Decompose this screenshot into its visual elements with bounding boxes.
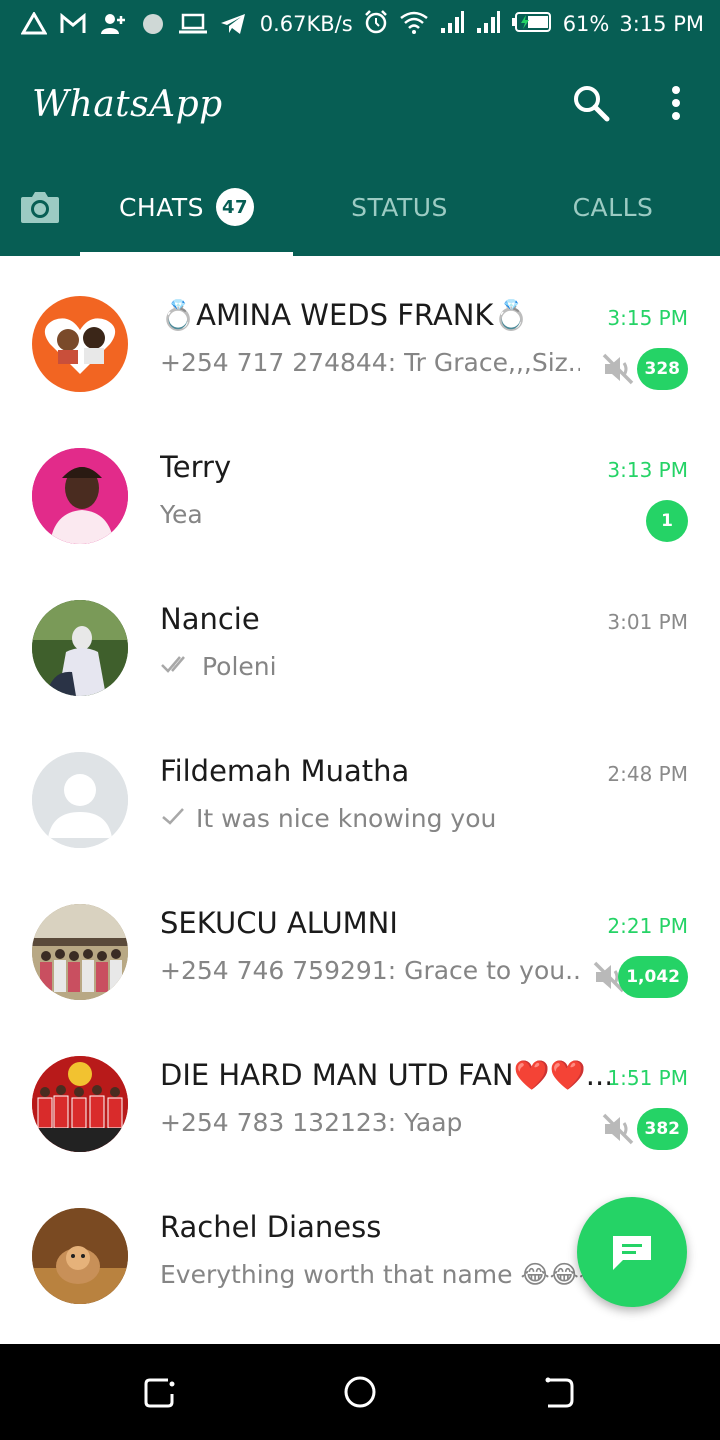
avatar: [32, 1208, 128, 1304]
telegram-icon: [218, 10, 248, 38]
chat-name: 💍AMINA WEDS FRANK💍: [160, 298, 530, 332]
network-speed: 0.67KB/s: [259, 12, 353, 36]
chat-name: Fildemah Muatha: [160, 754, 410, 788]
chat-preview: +254 746 759291: Grace to you...: [160, 956, 580, 985]
chat-time: 3:15 PM: [607, 306, 688, 330]
unread-badge: 382: [636, 1108, 688, 1150]
back-icon: [545, 1377, 574, 1408]
chat-preview-text: +254 746 759291: Grace to you...: [160, 956, 580, 985]
muted-speaker-icon: [601, 1112, 635, 1146]
chat-preview-text: It was nice knowing you: [196, 804, 497, 833]
recents-button[interactable]: [140, 1372, 180, 1412]
chat-name: Nancie: [160, 602, 260, 636]
tab-chats[interactable]: CHATS 47: [80, 158, 293, 256]
chat-row[interactable]: Terry 3:13 PM Yea 1: [0, 416, 720, 568]
new-chat-icon: [613, 1236, 651, 1270]
chat-preview-text: +254 783 132123: Yaap: [160, 1108, 463, 1137]
chat-time: 3:01 PM: [607, 610, 688, 634]
tab-indicator: [80, 252, 293, 257]
status-right: 0.67KB/s 61% 3:15 PM: [260, 0, 704, 48]
chat-preview: +254 783 132123: Yaap: [160, 1108, 462, 1137]
chat-name: Terry: [160, 450, 232, 484]
chat-list: 💍AMINA WEDS FRANK💍 3:15 PM +254 717 2748…: [0, 264, 720, 1344]
tab-status-label: STATUS: [351, 192, 448, 222]
chats-count-badge: 47: [216, 188, 255, 226]
wifi-icon: [399, 10, 429, 39]
home-icon: [344, 1376, 376, 1408]
battery-percent: 61%: [562, 12, 610, 36]
add-contact-icon: [98, 10, 128, 38]
unread-badge: 1,042: [618, 956, 688, 998]
tab-calls-label: CALLS: [572, 192, 654, 222]
search-icon: [574, 86, 610, 122]
alarm-icon: [363, 9, 389, 40]
more-vertical-icon: [672, 86, 680, 120]
chat-preview: +254 717 274844: Tr Grace,,,Siz...: [160, 348, 580, 377]
chat-row[interactable]: SEKUCU ALUMNI 2:21 PM +254 746 759291: G…: [0, 872, 720, 1024]
signal-icon-2: [475, 10, 501, 39]
battery-icon: [511, 11, 553, 38]
clock: 3:15 PM: [619, 12, 704, 36]
gmail-icon: [58, 10, 88, 38]
recents-icon: [144, 1378, 175, 1408]
chat-row[interactable]: DIE HARD MAN UTD FAN❤️❤️... 1:51 PM +254…: [0, 1024, 720, 1176]
home-button[interactable]: [340, 1372, 380, 1412]
chat-preview-text: +254 717 274844: Tr Grace,,,Siz...: [160, 348, 580, 377]
chat-time: 1:51 PM: [607, 1066, 688, 1090]
chat-time: 2:21 PM: [607, 914, 688, 938]
chat-time: 2:48 PM: [607, 762, 688, 786]
muted-speaker-icon: [601, 352, 635, 386]
chat-name: Rachel Dianess: [160, 1210, 382, 1244]
app-title: WhatsApp: [32, 84, 223, 125]
camera-icon: [21, 192, 59, 223]
single-check-icon: [160, 804, 186, 833]
app-bar: WhatsApp CHATS 47 STATUS CALLS: [0, 48, 720, 257]
tab-camera[interactable]: [0, 158, 80, 256]
chat-preview: Poleni: [160, 652, 277, 681]
back-button[interactable]: [540, 1372, 580, 1412]
chat-name: SEKUCU ALUMNI: [160, 906, 398, 940]
chat-name: DIE HARD MAN UTD FAN❤️❤️...: [160, 1058, 610, 1092]
signal-icon-1: [439, 10, 465, 39]
double-check-icon: [160, 652, 192, 681]
chat-preview-text: Yea: [160, 500, 203, 529]
avatar: [32, 752, 128, 848]
chat-row[interactable]: Fildemah Muatha 2:48 PM It was nice know…: [0, 720, 720, 872]
status-bar: 0.67KB/s 61% 3:15 PM: [0, 0, 720, 48]
chat-preview-text: Poleni: [202, 652, 277, 681]
unread-badge: 1: [646, 500, 688, 542]
tab-status[interactable]: STATUS: [293, 158, 506, 256]
chat-preview: Yea: [160, 500, 203, 529]
chat-time: 3:13 PM: [607, 458, 688, 482]
tab-bar: CHATS 47 STATUS CALLS: [0, 158, 720, 257]
new-chat-button[interactable]: [577, 1197, 687, 1307]
chat-row[interactable]: Nancie 3:01 PM Poleni: [0, 568, 720, 720]
drive-icon: [20, 10, 48, 38]
avatar: [32, 600, 128, 696]
sync-icon: [140, 10, 166, 38]
chat-preview-text: Everything worth that name 😂😂😂: [160, 1260, 609, 1289]
avatar: [32, 904, 128, 1000]
laptop-icon: [178, 10, 208, 38]
tab-calls[interactable]: CALLS: [506, 158, 720, 256]
more-options-button[interactable]: [656, 78, 696, 128]
search-button[interactable]: [566, 78, 616, 128]
tab-chats-label: CHATS: [118, 192, 205, 222]
chat-preview: Everything worth that name 😂😂😂: [160, 1260, 608, 1289]
avatar: [32, 1056, 128, 1152]
navigation-bar: [0, 1344, 720, 1440]
unread-badge: 328: [636, 348, 688, 390]
avatar: [32, 296, 128, 392]
chat-row[interactable]: 💍AMINA WEDS FRANK💍 3:15 PM +254 717 2748…: [0, 264, 720, 416]
avatar: [32, 448, 128, 544]
chat-preview: It was nice knowing you: [160, 804, 496, 833]
